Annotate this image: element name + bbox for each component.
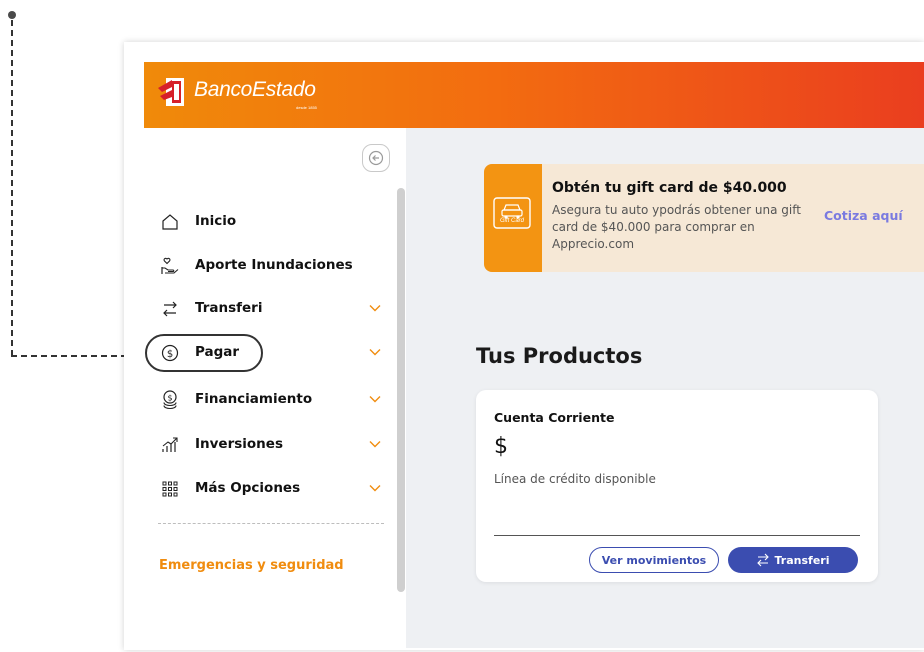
callout-dot xyxy=(8,11,16,19)
sidebar-item-financiamiento[interactable]: $ Financiamiento xyxy=(144,383,389,417)
donate-hand-icon xyxy=(161,257,179,274)
sidebar-item-pagar[interactable]: $ Pagar xyxy=(144,334,389,372)
collapse-sidebar-button[interactable] xyxy=(362,144,390,172)
promo-title: Obtén tu gift card de $40.000 xyxy=(552,180,787,196)
sidebar-item-label: Pagar xyxy=(195,344,240,360)
chevron-down-icon[interactable] xyxy=(369,304,381,312)
chevron-down-icon[interactable] xyxy=(369,484,381,492)
sidebar-item-label: Aporte Inundaciones xyxy=(195,257,353,273)
arrow-left-icon xyxy=(368,150,384,166)
sidebar-item-label: Financiamiento xyxy=(195,391,313,407)
view-movements-label: Ver movimientos xyxy=(601,553,707,567)
chevron-down-icon[interactable] xyxy=(369,395,381,403)
emergency-security-link[interactable]: Emergencias y seguridad xyxy=(159,558,344,573)
grid-icon xyxy=(162,481,178,497)
home-icon xyxy=(162,214,178,230)
sidebar-divider xyxy=(158,523,384,524)
sidebar-item-transferi[interactable]: Transferi xyxy=(144,292,389,326)
callout-line-vertical xyxy=(11,20,13,356)
transfer-button[interactable]: Transferi xyxy=(728,547,858,573)
sidebar-item-label: Transferi xyxy=(195,300,263,316)
growth-chart-icon xyxy=(162,437,178,452)
top-header: BancoEstado desde 1855 xyxy=(144,62,924,128)
sidebar-item-label: Más Opciones xyxy=(195,480,301,496)
promo-banner[interactable]: Gift Card Obtén tu gift card de $40.000 … xyxy=(484,164,924,272)
dollar-circle-icon: $ xyxy=(161,344,179,362)
sidebar-item-label: Inicio xyxy=(195,213,237,229)
sidebar-item-label: Inversiones xyxy=(195,436,283,452)
card-divider xyxy=(494,535,860,536)
brand-tagline: desde 1855 xyxy=(296,105,317,110)
account-card: Cuenta Corriente $ Línea de crédito disp… xyxy=(476,390,878,582)
cotiza-link[interactable]: Cotiza aquí xyxy=(824,208,903,223)
svg-text:$: $ xyxy=(167,394,172,403)
sidebar-item-aporte-inundaciones[interactable]: Aporte Inundaciones xyxy=(144,249,389,283)
chevron-down-icon[interactable] xyxy=(369,440,381,448)
promo-text: Asegura tu auto ypodrás obtener una gift… xyxy=(552,203,801,251)
promo-icon-box: Gift Card xyxy=(484,164,542,272)
transfer-button-label: Transferi xyxy=(774,553,830,567)
svg-text:$: $ xyxy=(167,349,173,360)
sidebar-item-inversiones[interactable]: Inversiones xyxy=(144,428,389,462)
sidebar: Inicio Aporte Inundaciones Transferi $ P… xyxy=(144,128,406,648)
main-content: Gift Card Obtén tu gift card de $40.000 … xyxy=(406,128,924,648)
account-title: Cuenta Corriente xyxy=(494,410,615,425)
transfer-arrows-icon xyxy=(163,301,177,317)
sidebar-item-mas-opciones[interactable]: Más Opciones xyxy=(144,472,389,506)
account-amount: $ xyxy=(494,434,508,459)
sidebar-scrollbar[interactable] xyxy=(397,188,405,592)
credit-line-label: Línea de crédito disponible xyxy=(494,472,656,486)
chevron-down-icon[interactable] xyxy=(369,348,381,356)
bancoestado-logo-icon xyxy=(158,78,184,106)
brand-name[interactable]: BancoEstado xyxy=(194,78,316,102)
app-window: BancoEstado desde 1855 Inicio Aporte Inu… xyxy=(124,42,924,650)
view-movements-button[interactable]: Ver movimientos xyxy=(589,547,719,573)
gift-card-caption: Gift Card xyxy=(499,218,524,224)
products-section-title: Tus Productos xyxy=(476,344,643,368)
sidebar-item-inicio[interactable]: Inicio xyxy=(144,205,389,239)
coins-stack-icon: $ xyxy=(163,390,177,410)
transfer-arrows-icon xyxy=(756,553,769,567)
